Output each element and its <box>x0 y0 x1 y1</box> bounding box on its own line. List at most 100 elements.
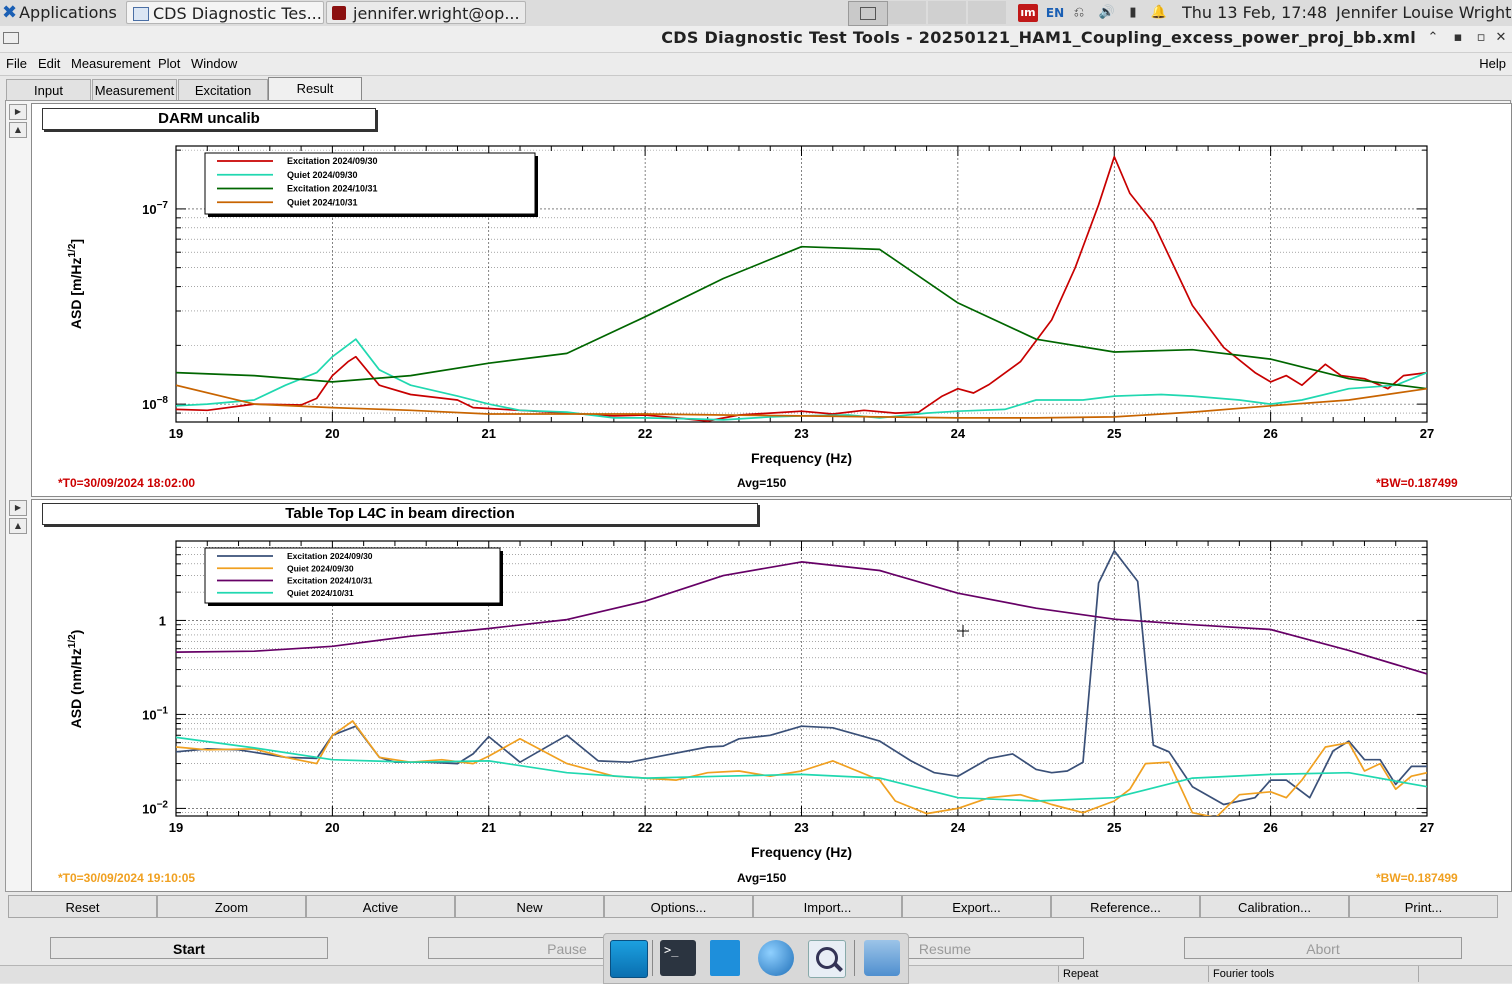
applications-label: Applications <box>19 3 117 22</box>
x-tick-label: 23 <box>794 426 808 441</box>
task-label: jennifer.wright@op... <box>353 4 520 23</box>
menu-measurement[interactable]: Measurement <box>71 56 150 71</box>
x-tick-label: 20 <box>325 426 339 441</box>
avg-label: Avg=150 <box>737 871 787 885</box>
window-icon <box>133 7 149 21</box>
window-menu-icon[interactable] <box>3 32 19 44</box>
x-tick-label: 21 <box>482 820 496 835</box>
x-tick-label: 24 <box>951 820 966 835</box>
workspace-3[interactable] <box>928 1 966 24</box>
window-titlebar: CDS Diagnostic Test Tools - 20250121_HAM… <box>0 26 1512 53</box>
close-icon[interactable]: ✕ <box>1492 29 1510 47</box>
language-indicator[interactable]: EN <box>1044 4 1066 22</box>
y-axis-label: ASD (nm/Hz1/2) <box>67 630 84 729</box>
menu-plot[interactable]: Plot <box>158 56 180 71</box>
network-icon[interactable]: ⎌ <box>1070 4 1088 22</box>
x-tick-label: 21 <box>482 426 496 441</box>
x-tick-label: 26 <box>1263 426 1277 441</box>
workspace-1[interactable] <box>848 1 888 26</box>
abort-button[interactable]: Abort <box>1184 937 1462 959</box>
web-browser-icon[interactable] <box>758 940 794 976</box>
tab-bar: Input Measurement Excitation Result <box>0 77 1512 101</box>
legend-entry: Excitation 2024/10/31 <box>287 184 378 194</box>
x-axis-label: Frequency (Hz) <box>751 450 852 466</box>
folder-icon[interactable] <box>864 940 900 976</box>
panel1-expand-icon[interactable]: ▶ <box>9 104 27 120</box>
x-tick-label: 20 <box>325 820 339 835</box>
dock-separator <box>854 940 855 976</box>
applications-icon: ✖ <box>2 2 18 23</box>
shade-icon[interactable]: ⌃ <box>1424 29 1442 47</box>
tab-input[interactable]: Input <box>6 79 91 100</box>
zoom-button[interactable]: Zoom <box>157 895 306 918</box>
input-method-icon[interactable]: ım <box>1018 4 1038 22</box>
user-name[interactable]: Jennifer Louise Wright <box>1336 1 1512 24</box>
y-tick-label: 1 <box>159 613 166 628</box>
legend-entry: Excitation 2024/09/30 <box>287 551 373 561</box>
panel1-collapse-icon[interactable]: ▲ <box>9 122 27 138</box>
chart-l4c[interactable]: 19 20 21 22 23 24 25 26 27 1 10−1 10−2 Frequency (Hz… <box>31 499 1510 890</box>
legend-entry: Excitation 2024/10/31 <box>287 576 373 586</box>
status-repeat: Repeat <box>1058 966 1208 982</box>
x-tick-label: 24 <box>951 426 966 441</box>
task-label: CDS Diagnostic Tes... <box>153 4 322 23</box>
notification-bell-icon[interactable]: 🔔 <box>1150 4 1168 22</box>
x-tick-label: 25 <box>1107 426 1121 441</box>
x-tick-label: 22 <box>638 426 652 441</box>
x-tick-label: 22 <box>638 820 652 835</box>
menu-window[interactable]: Window <box>191 56 237 71</box>
volume-icon[interactable]: 🔊 <box>1098 4 1116 22</box>
start-button[interactable]: Start <box>50 937 328 959</box>
x-tick-label: 25 <box>1107 820 1121 835</box>
workspace-2[interactable] <box>888 1 926 24</box>
menu-file[interactable]: File <box>6 56 27 71</box>
t0-label: *T0=30/09/2024 18:02:00 <box>58 476 196 490</box>
desktop-icon[interactable] <box>610 940 648 978</box>
task-terminal[interactable]: jennifer.wright@op... <box>326 1 526 24</box>
y-tick-label: 10−2 <box>142 799 168 816</box>
y-axis-label: ASD [m/Hz1/2] <box>67 239 84 329</box>
menubar: File Edit Measurement Plot Window Help <box>0 53 1512 76</box>
minimize-icon[interactable]: ▪ <box>1449 29 1467 47</box>
y-tick-label: 10−8 <box>142 395 168 412</box>
menu-edit[interactable]: Edit <box>38 56 60 71</box>
calibration-button[interactable]: Calibration... <box>1200 895 1349 918</box>
reference-button[interactable]: Reference... <box>1051 895 1200 918</box>
search-icon[interactable] <box>808 940 846 978</box>
import-button[interactable]: Import... <box>753 895 902 918</box>
panel2-collapse-icon[interactable]: ▲ <box>9 518 27 534</box>
tab-measurement[interactable]: Measurement <box>92 79 177 100</box>
workspace-4[interactable] <box>968 1 1006 24</box>
status-fourier: Fourier tools <box>1208 966 1418 982</box>
export-button[interactable]: Export... <box>902 895 1051 918</box>
new-button[interactable]: New <box>455 895 604 918</box>
options-button[interactable]: Options... <box>604 895 753 918</box>
file-manager-icon[interactable] <box>710 940 740 976</box>
print-button[interactable]: Print... <box>1349 895 1498 918</box>
bw-label: *BW=0.187499 <box>1376 476 1458 490</box>
chart-darm[interactable]: 19 20 21 22 23 24 25 26 27 10−7 10−8 Frequency (Hz)… <box>31 103 1510 495</box>
tab-result[interactable]: Result <box>268 77 362 100</box>
maximize-icon[interactable]: ▫ <box>1472 29 1490 47</box>
window-title: CDS Diagnostic Test Tools - 20250121_HAM… <box>661 28 1416 47</box>
t0-label: *T0=30/09/2024 19:10:05 <box>58 871 196 885</box>
status-empty <box>1418 966 1512 982</box>
reset-button[interactable]: Reset <box>8 895 157 918</box>
clock[interactable]: Thu 13 Feb, 17:48 <box>1182 1 1332 24</box>
applications-menu[interactable]: ✖ Applications <box>2 1 120 24</box>
panel2-expand-icon[interactable]: ▶ <box>9 500 27 516</box>
legend-entry: Quiet 2024/10/31 <box>287 588 354 598</box>
active-button[interactable]: Active <box>306 895 455 918</box>
menu-help[interactable]: Help <box>1479 56 1506 71</box>
x-tick-label: 27 <box>1420 426 1434 441</box>
legend-entry: Quiet 2024/09/30 <box>287 170 358 180</box>
x-tick-label: 19 <box>169 426 183 441</box>
tab-excitation[interactable]: Excitation <box>178 79 268 100</box>
legend-entry: Quiet 2024/09/30 <box>287 563 354 573</box>
terminal-icon[interactable]: >_ <box>660 940 696 976</box>
task-cds-diagnostic[interactable]: CDS Diagnostic Tes... <box>126 1 324 24</box>
dock: >_ <box>603 933 909 984</box>
y-tick-label: 10−1 <box>142 705 168 722</box>
battery-icon[interactable]: ▮ <box>1124 4 1142 22</box>
avg-label: Avg=150 <box>737 476 787 490</box>
